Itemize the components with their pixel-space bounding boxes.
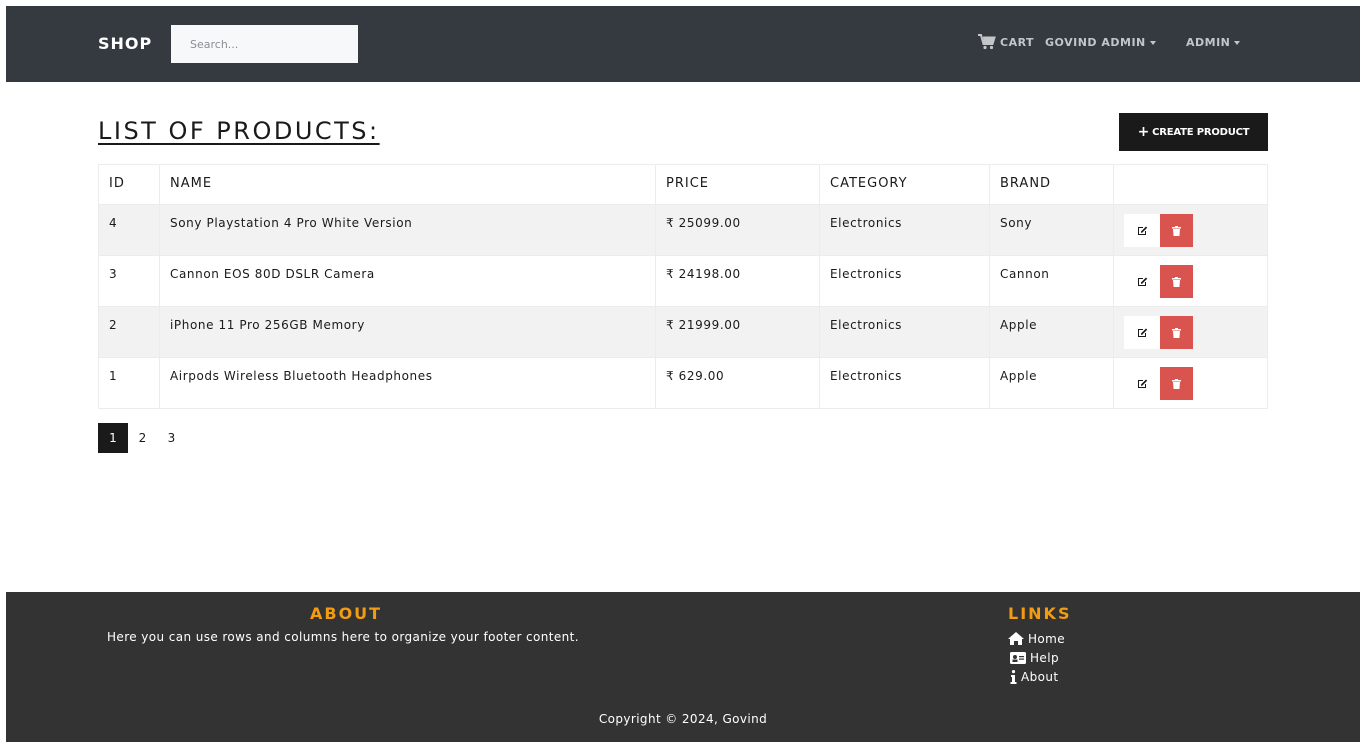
cell-name: Cannon EOS 80D DSLR Camera (159, 255, 656, 307)
table-row: 4 Sony Playstation 4 Pro White Version ₹… (98, 204, 1268, 256)
page-link-1[interactable]: 1 (98, 423, 128, 453)
caret-down-icon (1149, 41, 1156, 45)
trash-icon (1172, 378, 1181, 389)
delete-button[interactable] (1160, 367, 1193, 400)
search-input[interactable] (171, 25, 358, 63)
footer-about-title: ABOUT (310, 604, 383, 623)
products-table: ID NAME PRICE CATEGORY BRAND 4 Sony Play… (98, 164, 1268, 409)
page-link-2[interactable]: 2 (128, 423, 157, 453)
table-row: 3 Cannon EOS 80D DSLR Camera ₹ 24198.00 … (98, 255, 1268, 307)
navbar: SHOP CART GOVIND ADMIN ADMIN (6, 6, 1360, 82)
cell-price: ₹ 24198.00 (655, 255, 820, 307)
cell-price: ₹ 21999.00 (655, 306, 820, 358)
edit-icon (1137, 379, 1147, 388)
edit-button[interactable] (1124, 367, 1160, 400)
admin-menu-dropdown[interactable]: ADMIN (1186, 36, 1241, 49)
cell-actions (1113, 357, 1268, 409)
footer-links-title: LINKS (1008, 604, 1072, 623)
table-header-row: ID NAME PRICE CATEGORY BRAND (98, 164, 1268, 205)
user-menu-dropdown[interactable]: GOVIND ADMIN (1045, 36, 1156, 49)
delete-button[interactable] (1160, 265, 1193, 298)
cell-name: iPhone 11 Pro 256GB Memory (159, 306, 656, 358)
copyright-text: Copyright © 2024, Govind (598, 712, 768, 726)
header-brand: BRAND (989, 164, 1114, 205)
cell-category: Electronics (819, 306, 990, 358)
footer: ABOUT Here you can use rows and columns … (6, 592, 1360, 742)
pagination: 1 2 3 (98, 423, 186, 453)
edit-icon (1137, 328, 1147, 337)
trash-icon (1172, 225, 1181, 236)
cell-category: Electronics (819, 255, 990, 307)
cell-brand: Apple (989, 357, 1114, 409)
table-row: 2 iPhone 11 Pro 256GB Memory ₹ 21999.00 … (98, 306, 1268, 358)
footer-about-text: Here you can use rows and columns here t… (107, 630, 579, 644)
page-link-3[interactable]: 3 (157, 423, 186, 453)
cart-link[interactable]: CART (978, 34, 1034, 50)
admin-menu-label: ADMIN (1186, 36, 1231, 49)
id-card-icon (1010, 651, 1026, 664)
delete-button[interactable] (1160, 214, 1193, 247)
plus-icon: + (1137, 124, 1150, 140)
cell-name: Sony Playstation 4 Pro White Version (159, 204, 656, 256)
delete-button[interactable] (1160, 316, 1193, 349)
header-name: NAME (159, 164, 656, 205)
footer-links: Home Help About (1008, 629, 1065, 686)
page-title: LIST OF PRODUCTS: (98, 117, 380, 145)
user-menu-label: GOVIND ADMIN (1045, 36, 1146, 49)
cell-id: 1 (98, 357, 160, 409)
cell-brand: Sony (989, 204, 1114, 256)
caret-down-icon (1234, 41, 1241, 45)
brand-logo[interactable]: SHOP (98, 34, 152, 53)
header-id: ID (98, 164, 160, 205)
info-icon (1010, 669, 1017, 684)
create-product-button[interactable]: + CREATE PRODUCT (1119, 113, 1268, 151)
edit-button[interactable] (1124, 265, 1160, 298)
header-actions (1113, 164, 1268, 205)
footer-link-help[interactable]: Help (1008, 648, 1065, 667)
cell-name: Airpods Wireless Bluetooth Headphones (159, 357, 656, 409)
edit-icon (1137, 226, 1147, 235)
header-category: CATEGORY (819, 164, 990, 205)
home-icon (1008, 632, 1024, 645)
cell-brand: Cannon (989, 255, 1114, 307)
cell-category: Electronics (819, 204, 990, 256)
cell-price: ₹ 629.00 (655, 357, 820, 409)
edit-icon (1137, 277, 1147, 286)
footer-link-label: About (1021, 669, 1059, 684)
header-price: PRICE (655, 164, 820, 205)
footer-link-home[interactable]: Home (1008, 629, 1065, 648)
cell-actions (1113, 306, 1268, 358)
edit-button[interactable] (1124, 316, 1160, 349)
edit-button[interactable] (1124, 214, 1160, 247)
footer-link-label: Home (1028, 631, 1066, 646)
footer-link-label: Help (1030, 650, 1059, 665)
cell-id: 3 (98, 255, 160, 307)
cell-category: Electronics (819, 357, 990, 409)
cell-actions (1113, 204, 1268, 256)
cell-brand: Apple (989, 306, 1114, 358)
cell-price: ₹ 25099.00 (655, 204, 820, 256)
trash-icon (1172, 327, 1181, 338)
cell-id: 4 (98, 204, 160, 256)
cart-icon (978, 34, 996, 50)
footer-link-about[interactable]: About (1008, 667, 1065, 686)
trash-icon (1172, 276, 1181, 287)
create-product-label: CREATE PRODUCT (1152, 126, 1250, 138)
cell-actions (1113, 255, 1268, 307)
table-row: 1 Airpods Wireless Bluetooth Headphones … (98, 357, 1268, 409)
cell-id: 2 (98, 306, 160, 358)
cart-label: CART (1000, 35, 1035, 49)
